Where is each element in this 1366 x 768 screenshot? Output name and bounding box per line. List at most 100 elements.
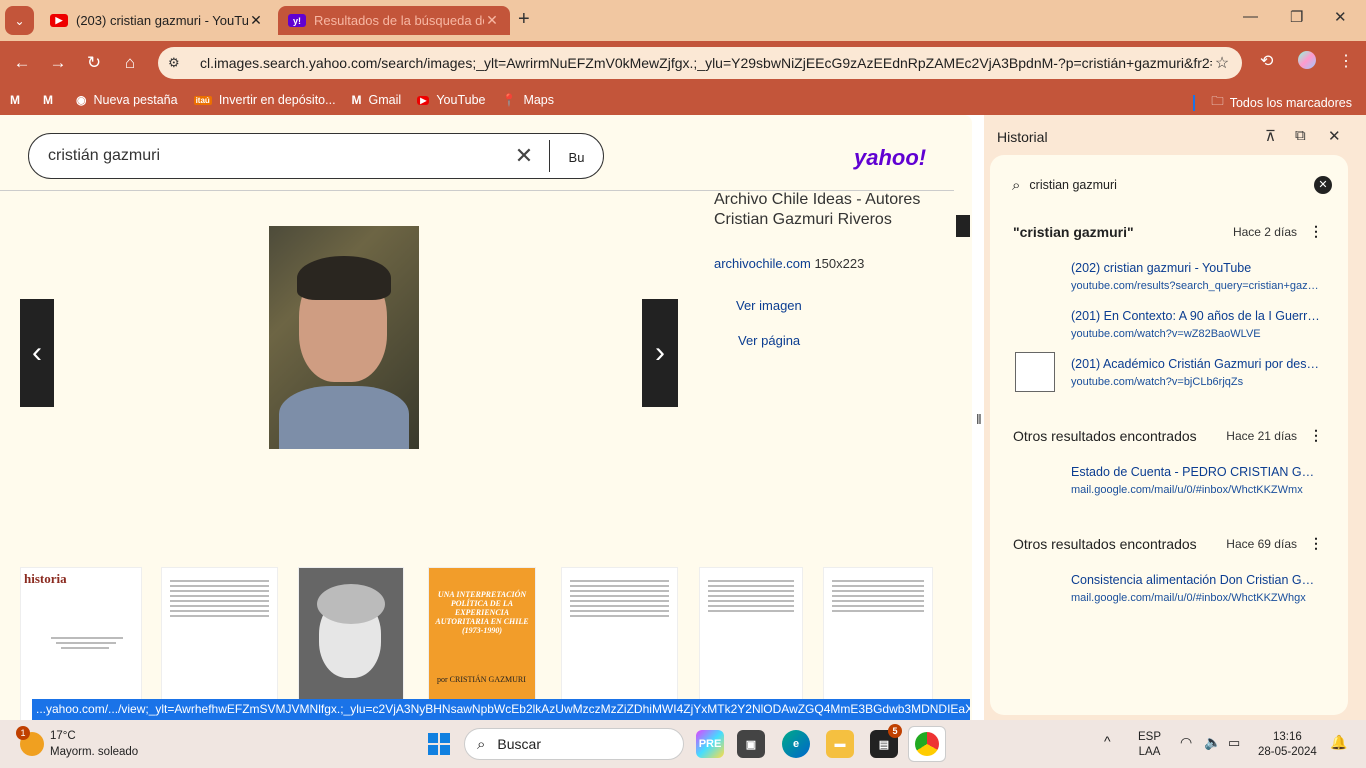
text-line xyxy=(708,590,794,592)
panel-resize-handle[interactable]: ‖ xyxy=(976,411,982,427)
divider xyxy=(1193,94,1196,111)
globe-icon: ◉ xyxy=(76,93,87,107)
history-item-title: Consistencia alimentación Don Cristian G… xyxy=(1071,573,1321,587)
history-item[interactable]: Consistencia alimentación Don Cristian G… xyxy=(1071,573,1321,604)
browser-menu-button[interactable]: ⋮ xyxy=(1338,51,1354,71)
chrome-taskbar-button[interactable] xyxy=(908,726,946,762)
battery-icon[interactable]: ▭ xyxy=(1228,735,1240,750)
show-hidden-icons-button[interactable]: ^ xyxy=(1104,734,1111,749)
youtube-icon: ▶ xyxy=(50,14,68,27)
more-options-icon[interactable]: ⋮ xyxy=(1309,223,1323,240)
back-button[interactable]: ← xyxy=(10,51,34,75)
wifi-icon[interactable]: ◠ xyxy=(1180,735,1192,750)
more-options-icon[interactable]: ⋮ xyxy=(1309,427,1323,444)
thumbnail-portrait[interactable] xyxy=(298,567,404,720)
bookmark-new-tab[interactable]: ◉ Nueva pestaña xyxy=(76,93,178,107)
history-item-url: youtube.com/watch?v=wZ82BaoWLVE xyxy=(1071,328,1261,340)
bookmark-gmail[interactable]: M Gmail xyxy=(352,93,402,107)
bookmark-itau[interactable]: itaú Invertir en depósito... xyxy=(193,93,336,107)
bookmark-star-icon[interactable]: ☆ xyxy=(1212,53,1232,73)
history-item[interactable]: (202) cristian gazmuri - YouTube youtube… xyxy=(1071,261,1321,292)
windows-start-button[interactable] xyxy=(428,733,450,755)
scrollbar-thumb[interactable] xyxy=(956,215,970,237)
thumbnail-document[interactable] xyxy=(699,567,803,720)
tab-close-button[interactable]: ✕ xyxy=(484,12,500,29)
taskbar-search[interactable]: ⌕ Buscar xyxy=(464,728,684,760)
reload-button[interactable]: ↻ xyxy=(82,51,106,75)
tab-yahoo[interactable]: y! Resultados de la búsqueda de ✕ xyxy=(278,6,510,35)
file-explorer-icon[interactable]: ▬ xyxy=(826,730,854,758)
minimize-button[interactable]: — xyxy=(1243,8,1258,25)
previous-image-button[interactable]: ‹ xyxy=(20,299,54,407)
preview-title[interactable]: Archivo Chile Ideas - Autores Cristian G… xyxy=(714,190,944,230)
weather-widget[interactable]: 1 17°C Mayorm. soleado xyxy=(16,726,138,760)
tab-close-button[interactable]: ✕ xyxy=(248,12,264,29)
temperature: 17°C xyxy=(50,730,76,742)
photo-hair xyxy=(317,584,385,624)
next-image-button[interactable]: › xyxy=(642,299,678,407)
copilot-icon[interactable]: PRE xyxy=(696,730,724,758)
search-box[interactable]: cristián gazmuri ✕ Bu xyxy=(28,133,604,179)
history-item[interactable]: (201) En Contexto: A 90 años de la I Gue… xyxy=(1071,309,1321,340)
url-text[interactable]: cl.images.search.yahoo.com/search/images… xyxy=(200,55,1212,71)
more-options-icon[interactable]: ⋮ xyxy=(1309,535,1323,552)
volume-icon[interactable]: 🔈 xyxy=(1204,735,1221,750)
text-line xyxy=(832,595,924,597)
window-close-button[interactable]: ✕ xyxy=(1334,8,1347,26)
history-item[interactable]: Estado de Cuenta - PEDRO CRISTIAN GAZMUR… xyxy=(1071,465,1321,496)
thumbnail-historia[interactable]: historia xyxy=(20,567,142,720)
site-info-icon[interactable]: ⚙ xyxy=(168,55,188,71)
tab-title: (203) cristian gazmuri - YouTube xyxy=(76,13,248,28)
tab-search-button[interactable]: ⌄ xyxy=(5,6,34,35)
bookmark-gmail-2[interactable]: M xyxy=(43,93,60,107)
close-panel-icon[interactable]: ✕ xyxy=(1328,127,1341,145)
view-page-link[interactable]: Ver página xyxy=(738,333,800,348)
open-in-new-tab-icon[interactable]: ⧉ xyxy=(1295,127,1306,144)
all-bookmarks-button[interactable]: 🗀 Todos los marcadores xyxy=(1193,92,1352,113)
search-input[interactable]: cristián gazmuri xyxy=(48,147,509,165)
group-time: Hace 21 días xyxy=(1226,428,1297,443)
thumbnail-document[interactable] xyxy=(823,567,933,720)
search-button[interactable]: Bu xyxy=(549,140,603,172)
clock[interactable]: 13:16 28-05-2024 xyxy=(1258,730,1317,760)
profile-avatar[interactable] xyxy=(1298,51,1316,69)
forward-button[interactable]: → xyxy=(46,51,70,75)
all-bookmarks-label: Todos los marcadores xyxy=(1229,95,1352,110)
history-item[interactable]: (201) Académico Cristián Gazmuri por des… xyxy=(1071,357,1321,388)
address-bar[interactable]: ⚙ cl.images.search.yahoo.com/search/imag… xyxy=(158,47,1242,79)
photo-hair xyxy=(297,256,391,300)
task-view-icon[interactable]: ▣ xyxy=(737,730,765,758)
app-icon[interactable]: ▤ 5 xyxy=(870,724,902,758)
clear-search-icon[interactable]: ✕ xyxy=(1314,176,1332,194)
yahoo-logo[interactable]: yahoo! xyxy=(854,145,926,171)
new-tab-button[interactable]: + xyxy=(518,8,530,31)
source-domain[interactable]: archivochile.com xyxy=(714,256,811,271)
text-line xyxy=(570,610,669,612)
text-line xyxy=(56,642,116,644)
edge-icon[interactable]: e xyxy=(782,730,810,758)
photo-shirt xyxy=(279,386,409,449)
text-line xyxy=(570,580,669,582)
history-search[interactable]: ⌕ cristian gazmuri ✕ xyxy=(1012,173,1332,197)
text-line xyxy=(570,605,669,607)
bookmark-youtube[interactable]: ▶ YouTube xyxy=(417,93,485,107)
thumbnail-document[interactable] xyxy=(161,567,278,720)
history-icon[interactable]: ⟲ xyxy=(1260,51,1273,71)
group-name: Otros resultados encontrados xyxy=(1013,535,1197,552)
thumbnail-document[interactable] xyxy=(561,567,678,720)
preview-image[interactable] xyxy=(269,226,419,449)
preview-source[interactable]: archivochile.com 150x223 xyxy=(714,256,864,271)
view-image-link[interactable]: Ver imagen xyxy=(736,298,802,313)
history-search-input[interactable]: cristian gazmuri xyxy=(1029,178,1314,192)
notification-bell-icon[interactable]: 🔔 xyxy=(1330,735,1347,750)
bookmark-gmail-1[interactable]: M xyxy=(10,93,27,107)
tab-youtube[interactable]: ▶ (203) cristian gazmuri - YouTube ✕ xyxy=(40,6,274,35)
thumbnail-book[interactable]: UNA INTERPRETACIÓN POLÍTICA DE LA EXPERI… xyxy=(428,567,536,720)
pin-icon[interactable]: ⊼ xyxy=(1265,127,1276,145)
maximize-button[interactable]: ❐ xyxy=(1290,8,1303,26)
clear-search-icon[interactable]: ✕ xyxy=(509,143,539,169)
history-group-header: Otros resultados encontrados Hace 69 día… xyxy=(1013,535,1323,552)
bookmark-maps[interactable]: 📍 Maps xyxy=(501,93,554,107)
home-button[interactable]: ⌂ xyxy=(118,51,142,75)
language-indicator[interactable]: ESP LAA xyxy=(1138,730,1161,760)
